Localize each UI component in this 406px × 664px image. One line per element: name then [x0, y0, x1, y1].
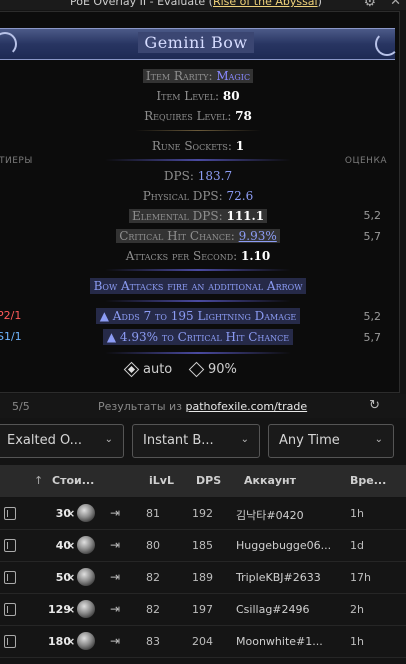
- window-titlebar: PoE Overlay II - Evaluate (Rise of the A…: [0, 0, 406, 10]
- whisper-icon[interactable]: ⇥: [110, 634, 120, 648]
- divider: [105, 352, 291, 354]
- explicit-mod[interactable]: ▲ Adds 7 to 195 Lightning Damage: [0, 308, 401, 324]
- exalted-orb-icon: [77, 632, 95, 650]
- copy-icon[interactable]: [4, 507, 16, 520]
- whisper-icon[interactable]: ⇥: [110, 538, 120, 552]
- stat-score: 5,7: [363, 230, 382, 243]
- score-header: ОЦЕНКА: [344, 156, 387, 166]
- exalted-orb-icon: [77, 568, 95, 586]
- header-ornament-right-icon: [375, 32, 399, 56]
- stat-dps: DPS: 183.7: [163, 169, 233, 183]
- copy-icon[interactable]: [4, 571, 16, 584]
- buyout-filter-select[interactable]: Instant B... ⌄: [132, 424, 260, 458]
- table-row[interactable]: 180 × ⇥ 83 204 Moonwhite#1... 1h: [0, 626, 406, 658]
- option-auto[interactable]: auto: [123, 361, 172, 378]
- chevron-down-icon: ⌄: [374, 434, 383, 445]
- divider: [135, 130, 261, 131]
- implicit-mod: Bow Attacks fire an additional Arrow: [0, 278, 401, 294]
- stat-physical-dps: Physical DPS: 72.6: [142, 189, 254, 203]
- column-dps[interactable]: DPS: [196, 474, 221, 487]
- currency-filter-select[interactable]: Exalted O... ⌄: [0, 424, 124, 458]
- whisper-icon[interactable]: ⇥: [110, 570, 120, 584]
- stat-score: 5,2: [363, 209, 382, 222]
- table-row[interactable]: 30 × ⇥ 81 192 김낙타#0420 1h: [0, 498, 406, 530]
- stat-crit-chance: Critical Hit Chance: 9.93%: [0, 229, 401, 243]
- item-name: Gemini Bow: [0, 32, 395, 53]
- column-time[interactable]: Вре...: [350, 474, 386, 487]
- option-percent[interactable]: 90%: [188, 361, 237, 378]
- divider: [105, 300, 291, 302]
- stat-attacks-per-second: Attacks per Second: 1.10: [125, 249, 271, 263]
- item-rarity: Item Rarity: Magic: [0, 69, 401, 83]
- table-header: ↑ Стои... iLvL DPS Аккаунт Вре...: [0, 465, 406, 497]
- copy-icon[interactable]: [4, 539, 16, 552]
- copy-icon[interactable]: [4, 635, 16, 648]
- chevron-down-icon: ⌄: [104, 434, 113, 445]
- radio-selected-icon: [123, 361, 140, 378]
- table-row[interactable]: 40 × ⇥ 80 185 Huggebugge06... 1d: [0, 530, 406, 562]
- divider: [105, 269, 291, 271]
- exalted-orb-icon: [77, 504, 95, 522]
- item-level: Item Level: 80: [156, 89, 240, 103]
- tiers-header: ТИЕРЫ: [0, 156, 33, 166]
- time-filter-select[interactable]: Any Time ⌄: [268, 424, 394, 458]
- radio-icon: [188, 361, 205, 378]
- mod-score: 5,7: [363, 331, 382, 344]
- chevron-down-icon: ⌄: [240, 434, 249, 445]
- refresh-icon[interactable]: ↻: [369, 398, 380, 413]
- gear-icon[interactable]: ⚙: [363, 0, 376, 10]
- column-account[interactable]: Аккаунт: [244, 474, 296, 487]
- column-ilvl[interactable]: iLvL: [149, 474, 174, 487]
- sort-arrow-up-icon[interactable]: ↑: [34, 474, 43, 487]
- table-row[interactable]: 50 × ⇥ 82 189 TripleKBJ#2633 17h: [0, 562, 406, 594]
- table-row[interactable]: 129 × ⇥ 82 197 Csillag#2496 2h: [0, 594, 406, 626]
- league-link[interactable]: Rise of the Abyssal: [213, 0, 318, 8]
- copy-icon[interactable]: [4, 603, 16, 616]
- window-title: PoE Overlay II - Evaluate (Rise of the A…: [70, 0, 322, 8]
- stat-elemental-dps: Elemental DPS: 111.1: [0, 209, 401, 223]
- item-header: Gemini Bow: [0, 28, 399, 60]
- whisper-icon[interactable]: ⇥: [110, 506, 120, 520]
- whisper-icon[interactable]: ⇥: [110, 602, 120, 616]
- column-price[interactable]: Стои...: [52, 474, 94, 487]
- results-source: Результаты из pathofexile.com/trade: [98, 400, 308, 413]
- item-requires-level: Requires Level: 78: [144, 109, 252, 123]
- exalted-orb-icon: [77, 536, 95, 554]
- close-icon[interactable]: ✕: [390, 0, 401, 9]
- exalted-orb-icon: [77, 600, 95, 618]
- trade-results-bar: 5/5 Результаты из pathofexile.com/trade …: [0, 394, 406, 418]
- item-tooltip: Gemini Bow Item Rarity: Magic Item Level…: [0, 11, 400, 393]
- trade-site-link[interactable]: pathofexile.com/trade: [186, 400, 308, 413]
- explicit-mod[interactable]: ▲ 4.93% to Critical Hit Chance: [0, 329, 401, 345]
- divider: [105, 159, 291, 161]
- rune-sockets: Rune Sockets: 1: [151, 139, 245, 153]
- mod-score: 5,2: [363, 310, 382, 323]
- results-count: 5/5: [12, 400, 30, 413]
